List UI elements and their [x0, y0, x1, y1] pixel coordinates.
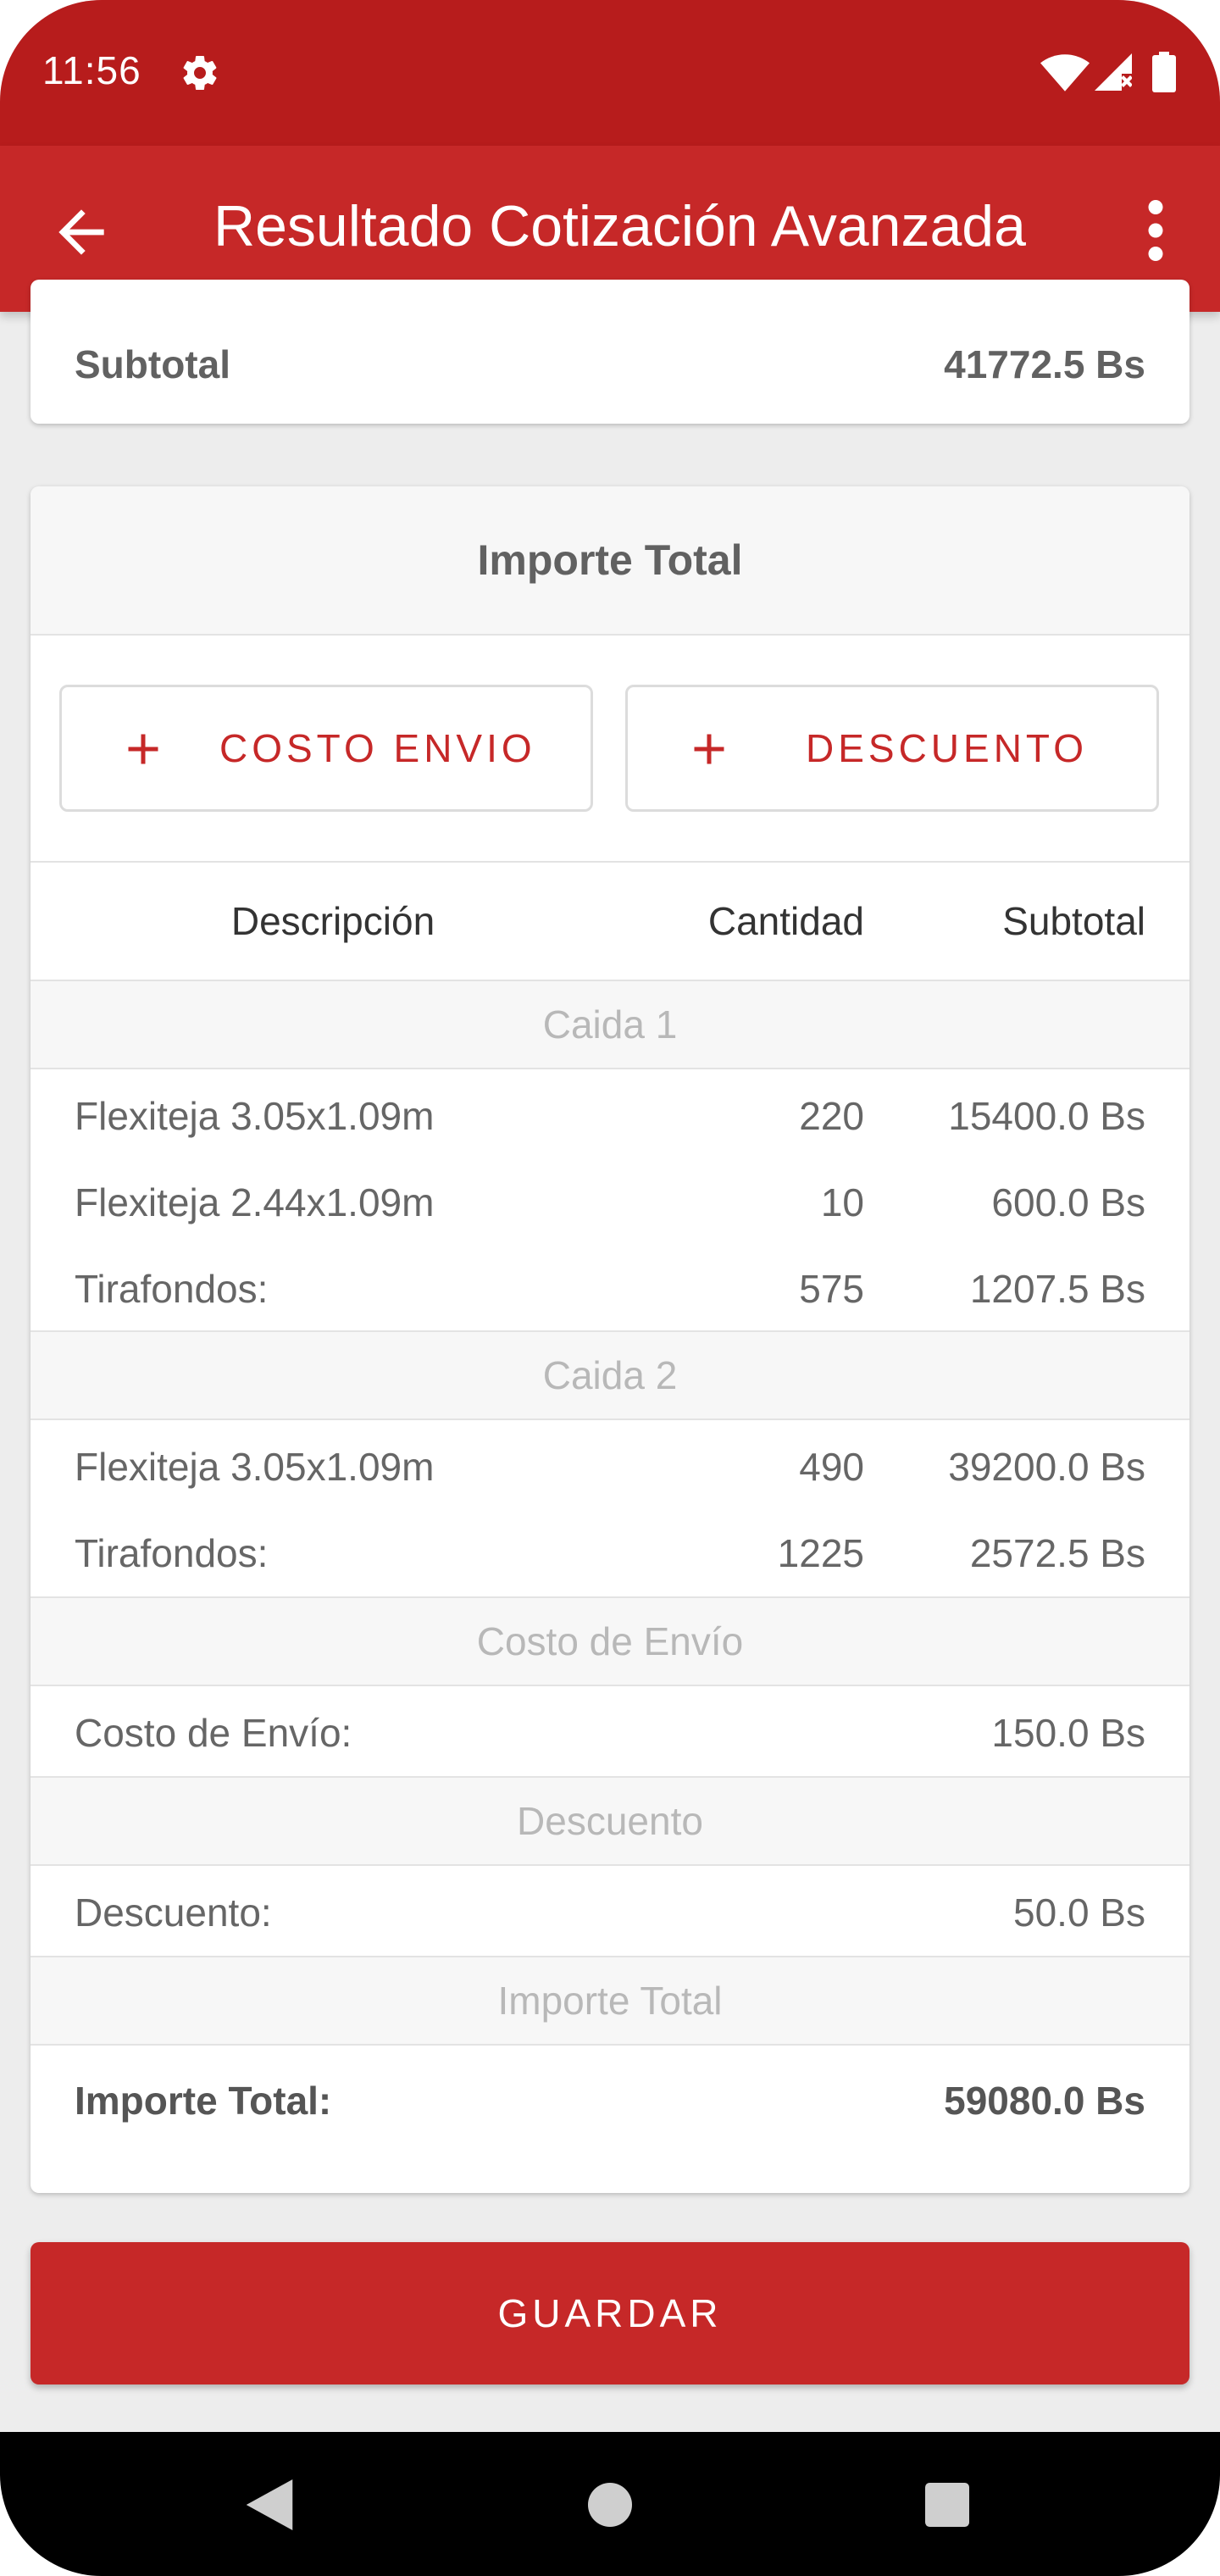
subtotal-row: Subtotal 41772.5 Bs [75, 339, 1145, 390]
row-description: Flexiteja 2.44x1.09m [75, 1180, 435, 1224]
card-header: Importe Total [30, 486, 1190, 636]
row-quantity: 575 [799, 1267, 864, 1311]
add-descuento-button[interactable]: DESCUENTO [625, 685, 1159, 812]
status-time: 11:56 [42, 48, 141, 92]
row-subtotal: 2572.5 Bs [969, 1531, 1145, 1575]
row-description: Tirafondos: [75, 1267, 269, 1311]
subtotal-label: Subtotal [75, 342, 230, 386]
column-header-subtotal: Subtotal [1002, 899, 1145, 943]
system-nav-bar [0, 2432, 1220, 2576]
battery-icon [1152, 52, 1176, 92]
table-row: Descuento: 50.0 Bs [30, 1868, 1190, 1954]
plus-icon [128, 734, 158, 764]
row-description: Descuento: [75, 1890, 272, 1935]
row-subtotal: 1207.5 Bs [969, 1267, 1145, 1311]
row-subtotal: 50.0 Bs [1013, 1890, 1145, 1935]
total-value: 59080.0 Bs [944, 2079, 1145, 2123]
cellular-signal-icon [1095, 53, 1132, 91]
section-header: Descuento [30, 1776, 1190, 1866]
row-quantity: 220 [799, 1094, 864, 1138]
nav-recents-icon[interactable] [925, 2483, 969, 2527]
table-row: Flexiteja 3.05x1.09m 490 39200.0 Bs [30, 1422, 1190, 1508]
plus-icon [694, 734, 724, 764]
row-subtotal: 600.0 Bs [991, 1180, 1145, 1224]
row-description: Flexiteja 3.05x1.09m [75, 1094, 435, 1138]
table-row: Flexiteja 2.44x1.09m 10 600.0 Bs [30, 1158, 1190, 1244]
section-header: Importe Total [30, 1956, 1190, 2046]
section-header: Costo de Envío [30, 1596, 1190, 1686]
page-title: Resultado Cotización Avanzada [214, 194, 1026, 258]
subtotal-value: 41772.5 Bs [944, 342, 1145, 386]
nav-back-icon[interactable] [246, 2479, 293, 2530]
row-description: Costo de Envío: [75, 1711, 352, 1755]
screen: 11:56 Resultado Cotización Avanzada Subt… [0, 0, 1220, 2576]
back-arrow-icon[interactable] [47, 198, 115, 266]
row-quantity: 490 [799, 1445, 864, 1489]
row-description: Flexiteja 3.05x1.09m [75, 1445, 435, 1489]
total-label: Importe Total: [75, 2079, 332, 2123]
row-subtotal: 150.0 Bs [991, 1711, 1145, 1755]
table-row: Flexiteja 3.05x1.09m 220 15400.0 Bs [30, 1071, 1190, 1158]
add-costo-envio-button[interactable]: COSTO ENVIO [59, 685, 593, 812]
column-header-descripcion: Descripción [230, 899, 435, 943]
table-row: Costo de Envío: 150.0 Bs [30, 1688, 1190, 1774]
guardar-button[interactable]: GUARDAR [30, 2242, 1190, 2384]
table-header: Descripción Cantidad Subtotal [30, 863, 1190, 980]
row-quantity: 10 [820, 1180, 864, 1224]
row-description: Tirafondos: [75, 1531, 269, 1575]
section-header: Caida 1 [30, 980, 1190, 1069]
row-subtotal: 39200.0 Bs [948, 1445, 1145, 1489]
wifi-icon [1040, 54, 1090, 92]
table-row: Tirafondos: 1225 2572.5 Bs [30, 1508, 1190, 1595]
section-header: Caida 2 [30, 1330, 1190, 1420]
status-bar: 11:56 [0, 0, 1220, 146]
column-header-cantidad: Cantidad [707, 899, 864, 943]
row-quantity: 1225 [777, 1531, 864, 1575]
settings-gear-icon [183, 56, 217, 91]
descuento-label: DESCUENTO [806, 726, 1088, 770]
subtotal-card: Subtotal 41772.5 Bs [30, 280, 1190, 424]
total-row: Importe Total: 59080.0 Bs [30, 2056, 1190, 2142]
row-subtotal: 15400.0 Bs [948, 1094, 1145, 1138]
nav-home-icon[interactable] [588, 2483, 632, 2527]
table-row: Tirafondos: 575 1207.5 Bs [30, 1244, 1190, 1330]
importe-total-card: Importe Total COSTO ENVIO DESCUENTO Desc… [30, 486, 1190, 2193]
more-vert-icon[interactable] [1130, 197, 1181, 264]
costo-envio-label: COSTO ENVIO [219, 726, 536, 770]
